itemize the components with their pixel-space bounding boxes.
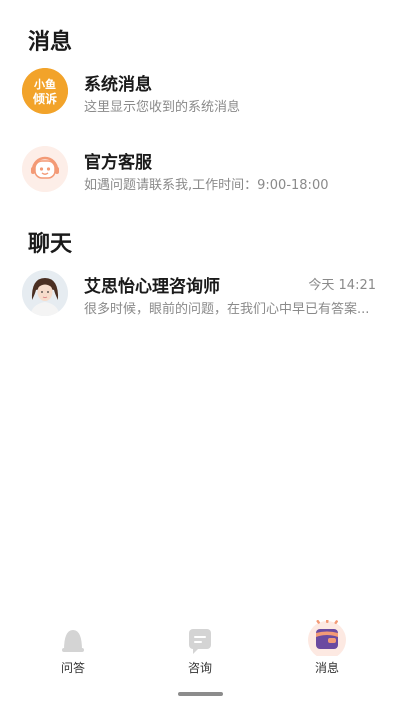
bottom-tabbar: 问答 咨询 消息 xyxy=(0,618,400,680)
message-envelope-icon xyxy=(308,618,346,659)
system-message-title: 系统消息 xyxy=(84,75,152,95)
messages-section-title: 消息 xyxy=(28,30,73,55)
tab-messages[interactable]: 消息 xyxy=(287,618,367,675)
tab-consult[interactable]: 咨询 xyxy=(160,620,240,675)
home-indicator[interactable] xyxy=(178,692,223,696)
counselor-avatar xyxy=(22,270,68,316)
tab-qa[interactable]: 问答 xyxy=(33,620,113,675)
logo-text-bottom: 倾诉 xyxy=(32,91,57,106)
chat-row[interactable]: 艾思怡心理咨询师 今天 14:21 很多时候，眼前的问题，在我们心中早已有答案.… xyxy=(0,270,400,340)
headset-robot-icon xyxy=(22,146,68,192)
tab-qa-label: 问答 xyxy=(60,661,85,675)
chat-time: 今天 14:21 xyxy=(308,278,376,293)
qa-bell-icon xyxy=(62,630,84,652)
tab-consult-label: 咨询 xyxy=(187,661,212,675)
system-message-row[interactable]: 小鱼 倾诉 系统消息 这里显示您收到的系统消息 xyxy=(0,68,400,138)
chat-preview: 很多时候，眼前的问题，在我们心中早已有答案... xyxy=(84,302,370,317)
chat-section-title: 聊天 xyxy=(28,232,73,257)
customer-service-subtitle: 如遇问题请联系我,工作时间：9:00-18:00 xyxy=(84,178,329,193)
xiaoyu-qingsu-logo-icon: 小鱼 倾诉 xyxy=(22,68,68,114)
chat-name: 艾思怡心理咨询师 xyxy=(84,277,220,297)
customer-service-title: 官方客服 xyxy=(84,153,152,173)
tab-messages-label: 消息 xyxy=(314,661,339,675)
customer-service-row[interactable]: 官方客服 如遇问题请联系我,工作时间：9:00-18:00 xyxy=(0,146,400,216)
system-message-subtitle: 这里显示您收到的系统消息 xyxy=(84,100,241,115)
consult-chat-icon xyxy=(189,629,211,654)
logo-text-top: 小鱼 xyxy=(33,77,56,91)
